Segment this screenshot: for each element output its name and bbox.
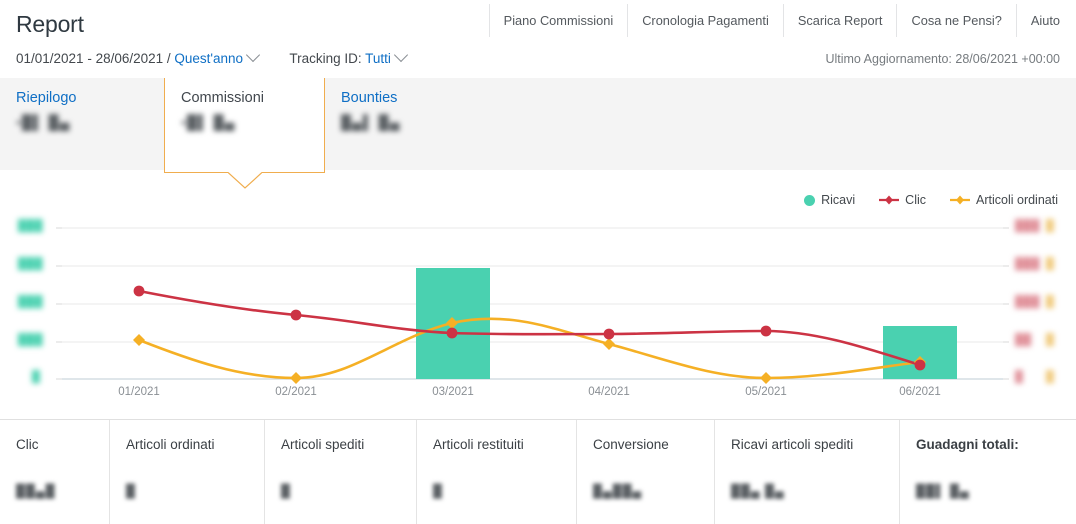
markers-clic xyxy=(133,285,926,371)
tab-riepilogo[interactable]: Riepilogo •█▌ █▄ xyxy=(0,78,164,170)
line-clic xyxy=(137,289,922,367)
tab-bounties[interactable]: Bounties █▄▌ █▄ xyxy=(325,78,489,170)
x-tick-02-2021: 02/2021 xyxy=(275,386,317,398)
date-range-text: 01/01/2021 - 28/06/2021 / xyxy=(16,51,171,66)
tab-commissioni-value: •█▌ █▄ xyxy=(181,114,236,130)
metrics-table: Clic ██▄█ Articoli ordinati █ Articoli s… xyxy=(0,420,1076,524)
tracking-id-link[interactable]: Tutti xyxy=(365,51,391,66)
metric-value-articoli-spediti: █ xyxy=(281,484,291,498)
bar-ricavi-06-2021 xyxy=(883,326,957,379)
chart-panel: Ricavi Clic Articoli ordinati ███ ███ ██… xyxy=(0,170,1076,420)
metric-cell-articoli-spediti: Articoli spediti █ xyxy=(265,420,417,524)
tab-riepilogo-value: •█▌ █▄ xyxy=(16,114,71,130)
topnav-item-piano-commissioni[interactable]: Piano Commissioni xyxy=(488,4,628,37)
x-tick-04-2021: 04/2021 xyxy=(588,386,630,398)
metric-value-clic: ██▄█ xyxy=(16,484,56,498)
chevron-down-icon[interactable] xyxy=(245,47,261,63)
tab-bounties-label: Bounties xyxy=(341,90,398,106)
metric-value-conversione: █▄██▄ xyxy=(593,484,643,498)
topnav-item-cosa-ne-pensi[interactable]: Cosa ne Pensi? xyxy=(896,4,1016,37)
topnav-item-aiuto[interactable]: Aiuto xyxy=(1015,4,1076,37)
metric-cell-conversione: Conversione █▄██▄ xyxy=(577,420,715,524)
page-header: Report 01/01/2021 - 28/06/2021 / Quest'a… xyxy=(0,0,1076,79)
x-axis-labels: 01/2021 02/2021 03/2021 04/2021 05/2021 … xyxy=(0,386,1076,406)
x-tick-03-2021: 03/2021 xyxy=(432,386,474,398)
chevron-down-icon-2[interactable] xyxy=(393,47,408,63)
tab-commissioni[interactable]: Commissioni •█▌ █▄ xyxy=(164,78,325,173)
x-tick-05-2021: 05/2021 xyxy=(745,386,787,398)
tab-bounties-value: █▄▌ █▄ xyxy=(341,114,401,130)
chart-bars-ricavi xyxy=(416,268,957,379)
topnav-item-cronologia-pagamenti[interactable]: Cronologia Pagamenti xyxy=(627,4,783,37)
filter-bar: 01/01/2021 - 28/06/2021 / Quest'anno Tra… xyxy=(16,47,408,66)
metric-label-clic: Clic xyxy=(16,437,39,452)
metric-cell-articoli-ordinati: Articoli ordinati █ xyxy=(110,420,265,524)
last-updated-text: Ultimo Aggiornamento: 28/06/2021 +00:00 xyxy=(825,52,1060,66)
metric-cell-articoli-restituiti: Articoli restituiti █ xyxy=(417,420,577,524)
line-articoli-ordinati xyxy=(137,317,922,380)
tracking-id-label: Tracking ID: xyxy=(289,51,362,66)
metric-value-ricavi-articoli-spediti: ██▄ █▄ xyxy=(731,484,785,498)
metric-cell-clic: Clic ██▄█ xyxy=(0,420,110,524)
metric-label-articoli-spediti: Articoli spediti xyxy=(281,437,365,452)
page-title: Report xyxy=(16,11,84,37)
period-filter-link[interactable]: Quest'anno xyxy=(174,51,243,66)
metric-label-conversione: Conversione xyxy=(593,437,669,452)
metric-label-articoli-ordinati: Articoli ordinati xyxy=(126,437,215,452)
x-tick-06-2021: 06/2021 xyxy=(899,386,941,398)
metric-cell-guadagni-totali: Guadagni totali: ██▌ █▄ xyxy=(900,420,1076,524)
tab-pointer-arrow xyxy=(228,172,262,189)
metric-label-articoli-restituiti: Articoli restituiti xyxy=(433,437,524,452)
metric-label-guadagni-totali: Guadagni totali: xyxy=(916,437,1019,452)
metric-value-articoli-ordinati: █ xyxy=(126,484,136,498)
topnav-item-scarica-report[interactable]: Scarica Report xyxy=(782,4,897,37)
metric-label-ricavi-articoli-spediti: Ricavi articoli spediti xyxy=(731,437,854,452)
tab-commissioni-label: Commissioni xyxy=(181,90,264,106)
tab-riepilogo-label: Riepilogo xyxy=(16,90,77,106)
x-tick-01-2021: 01/2021 xyxy=(118,386,160,398)
metric-cell-ricavi-articoli-spediti: Ricavi articoli spediti ██▄ █▄ xyxy=(715,420,900,524)
metric-value-guadagni-totali: ██▌ █▄ xyxy=(916,484,970,498)
tab-strip: Riepilogo •█▌ █▄ Bounties █▄▌ █▄ xyxy=(0,78,1076,171)
top-navigation: Piano Commissioni Cronologia Pagamenti S… xyxy=(488,4,1076,37)
chart-canvas[interactable] xyxy=(0,170,1076,420)
metric-value-articoli-restituiti: █ xyxy=(433,484,443,498)
